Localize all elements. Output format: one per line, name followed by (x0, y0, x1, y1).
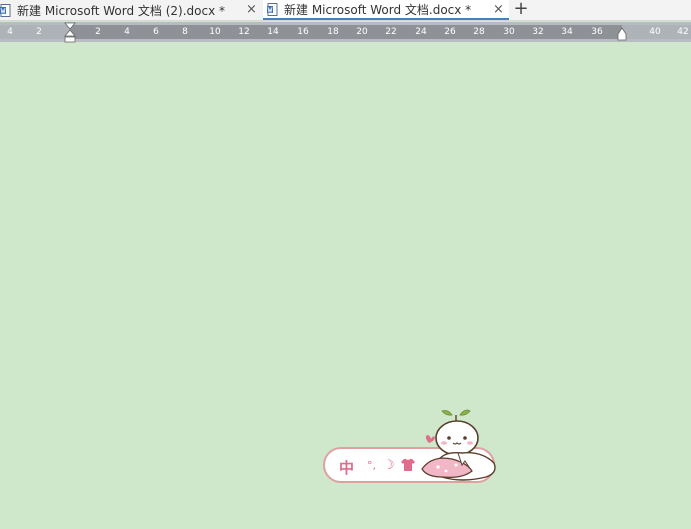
tab-doc-active[interactable]: 新建 Microsoft Word 文档.docx * × (263, 0, 509, 20)
ruler-number: 18 (327, 27, 339, 37)
ruler-number: 20 (356, 27, 368, 37)
ruler-number: 22 (385, 27, 397, 37)
ruler-number: 42 (677, 27, 689, 37)
ruler-number: 16 (297, 27, 309, 37)
ruler-number: 24 (415, 27, 427, 37)
ruler-number: 34 (561, 27, 573, 37)
ruler-number: 4 (7, 27, 13, 37)
ime-mode-toggle[interactable]: 中 (339, 457, 354, 478)
tab-doc-2[interactable]: 新建 Microsoft Word 文档 (2).docx * × (0, 0, 262, 20)
ruler-number: 26 (444, 27, 456, 37)
tab-title: 新建 Microsoft Word 文档.docx * (284, 2, 472, 17)
ruler-number: 10 (209, 27, 221, 37)
close-icon[interactable]: × (246, 2, 257, 17)
close-icon[interactable]: × (493, 2, 504, 17)
tab-title: 新建 Microsoft Word 文档 (2).docx * (17, 3, 225, 18)
ruler-number: 8 (182, 27, 188, 37)
ruler-scale (0, 25, 691, 39)
horizontal-ruler[interactable]: 4 2 2 4 6 8 10 12 14 16 18 20 22 24 26 28 30 32 34 36 40 42 (0, 22, 691, 44)
ruler-number: 28 (473, 27, 485, 37)
ime-width-toggle[interactable]: ☽ (383, 458, 395, 473)
ruler-number: 36 (591, 27, 603, 37)
sprout-mascot-icon (421, 409, 496, 481)
ruler-number: 12 (238, 27, 250, 37)
new-tab-button[interactable]: + (512, 0, 530, 19)
ruler-number: 6 (153, 27, 159, 37)
word-doc-icon (0, 3, 12, 17)
ruler-number: 4 (124, 27, 130, 37)
ime-punctuation-toggle[interactable]: °, (367, 459, 376, 472)
document-tab-bar: 新建 Microsoft Word 文档 (2).docx * × 新建 Mic… (0, 0, 691, 21)
ruler-number: 2 (95, 27, 101, 37)
ruler-number: 2 (36, 27, 42, 37)
ruler-number: 30 (503, 27, 515, 37)
word-doc-icon (267, 2, 279, 16)
indent-marker-icon[interactable] (63, 22, 77, 44)
ruler-number: 40 (649, 27, 661, 37)
ruler-number: 14 (267, 27, 279, 37)
right-indent-marker-icon[interactable] (617, 25, 627, 41)
ruler-number: 32 (532, 27, 544, 37)
